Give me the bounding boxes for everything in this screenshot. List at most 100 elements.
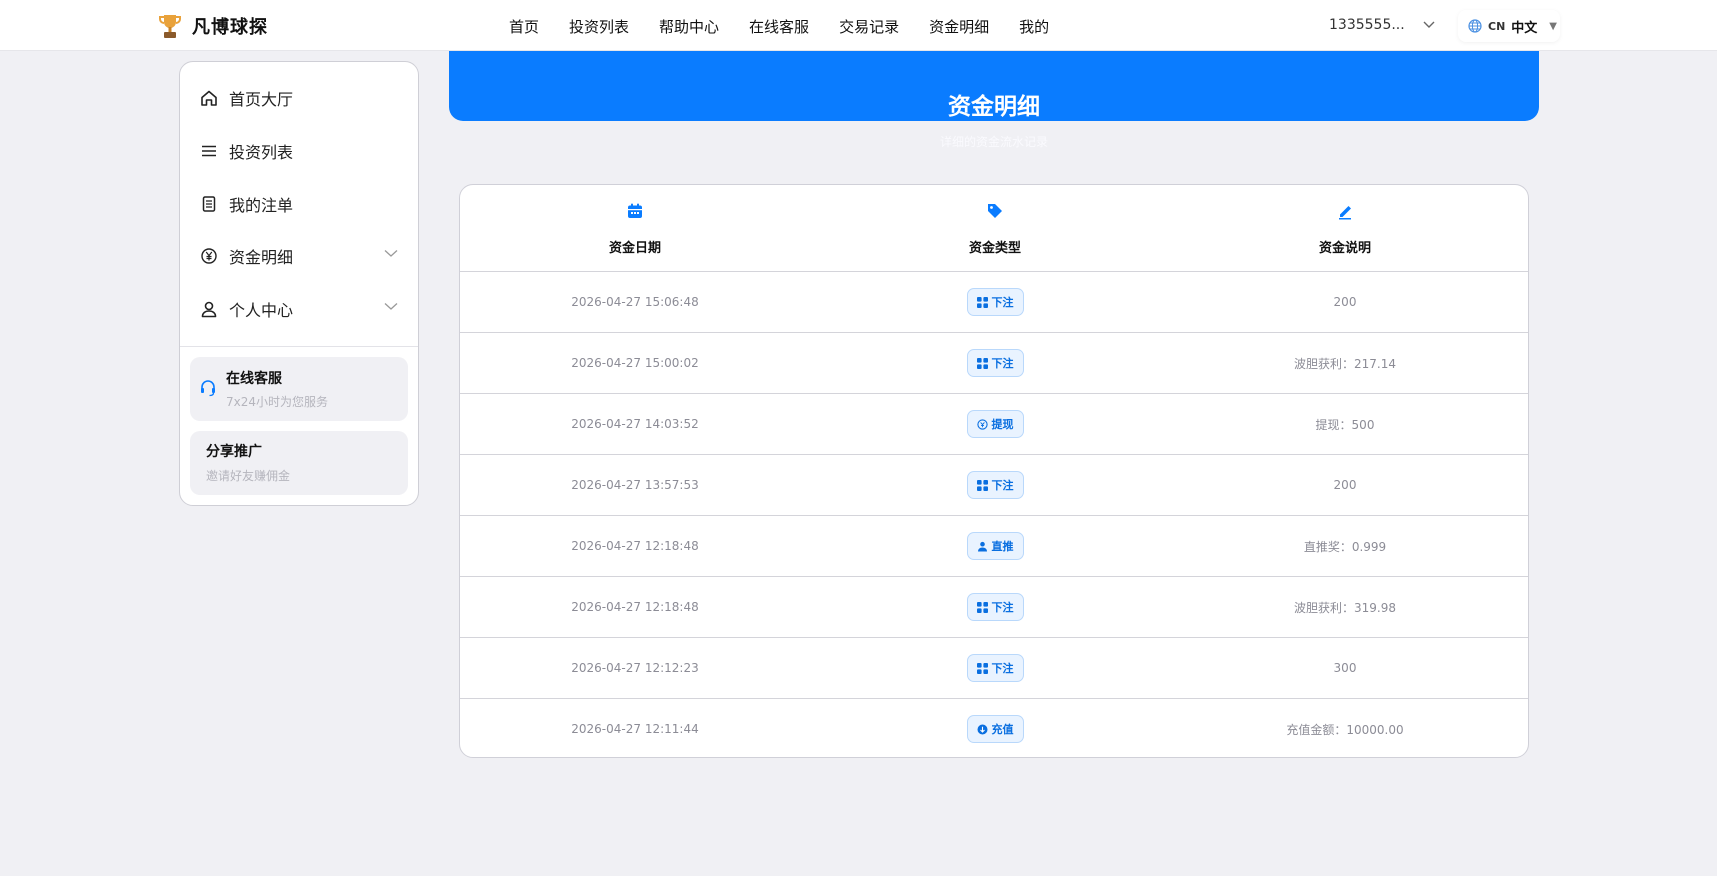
sidebar-item-home-hall[interactable]: 首页大厅 (180, 78, 418, 118)
online-service-card[interactable]: 在线客服 7x24小时为您服务 (190, 357, 408, 421)
grid-icon (976, 601, 988, 613)
share-promo-title: 分享推广 (206, 444, 262, 460)
fund-date-cell: 2026-04-27 14:03:52 (571, 417, 699, 431)
fund-description-cell: 充值金额：10000.00 (1286, 722, 1404, 737)
share-promo-card[interactable]: 分享推广 邀请好友赚佣金 (190, 431, 408, 495)
fund-type-badge[interactable]: 下注 (966, 471, 1024, 499)
column-header-date: 资金日期 (460, 185, 810, 271)
column-header-label: 资金日期 (608, 241, 661, 256)
fund-type-badge[interactable]: 下注 (966, 654, 1024, 682)
fund-type-label: 下注 (991, 662, 1014, 675)
sidebar-item-label: 个人中心 (229, 301, 294, 320)
menu-icon (199, 141, 219, 161)
column-header-label: 资金说明 (1318, 241, 1371, 256)
grid-icon (976, 296, 988, 308)
table-row: 2026-04-27 13:57:53 下注 200 (460, 454, 1528, 515)
yuan-icon (199, 246, 219, 266)
brand[interactable]: 凡博球探 (158, 13, 268, 39)
column-header-type: 资金类型 (820, 185, 1170, 271)
table-row: 2026-04-27 12:11:44 充值 充值金额：10000.00 (460, 698, 1528, 757)
fund-type-badge[interactable]: 下注 (966, 288, 1024, 316)
sidebar-item-personal-center[interactable]: 个人中心 (180, 289, 418, 329)
fund-type-label: 下注 (991, 601, 1014, 614)
fund-date-cell: 2026-04-27 12:18:48 (571, 539, 699, 553)
fund-type-badge[interactable]: 下注 (966, 349, 1024, 377)
user-account: 1335555... (1329, 17, 1405, 33)
fund-date-cell: 2026-04-27 12:11:44 (571, 722, 699, 736)
fund-type-cell: 下注 (820, 455, 1170, 515)
online-service-title: 在线客服 (226, 371, 282, 387)
nav-help-center[interactable]: 帮助中心 (659, 16, 719, 37)
fund-date-cell: 2026-04-27 15:00:02 (571, 356, 699, 370)
fund-type-cell: 下注 (820, 272, 1170, 332)
fund-type-label: 提现 (991, 418, 1014, 431)
sidebar-item-label: 我的注单 (229, 196, 294, 215)
nav-home[interactable]: 首页 (509, 16, 539, 37)
fund-date-cell: 2026-04-27 12:18:48 (571, 600, 699, 614)
fund-description-cell: 波胆获利：319.98 (1294, 600, 1396, 615)
user-icon (199, 299, 219, 319)
online-service-subtitle: 7x24小时为您服务 (226, 395, 329, 409)
table-row: 2026-04-27 15:00:02 下注 波胆获利：217.14 (460, 332, 1528, 393)
language-selector[interactable]: CN 中文 ▼ (1458, 10, 1560, 42)
document-icon (199, 194, 219, 214)
column-header-description: 资金说明 (1170, 185, 1520, 271)
fund-type-badge[interactable]: 充值 (966, 715, 1024, 743)
share-promo-subtitle: 邀请好友赚佣金 (206, 469, 291, 483)
nav-online-service[interactable]: 在线客服 (749, 16, 809, 37)
page-banner: 资金明细 (449, 51, 1539, 121)
sidebar-item-label: 资金明细 (229, 248, 294, 267)
column-header-label: 资金类型 (968, 241, 1021, 256)
globe-icon (1468, 19, 1482, 33)
fund-type-badge[interactable]: 提现 (966, 410, 1024, 438)
sidebar-item-label: 首页大厅 (229, 90, 294, 109)
headset-icon (201, 380, 215, 397)
fund-type-cell: 下注 (820, 333, 1170, 393)
table-row: 2026-04-27 12:18:48 直推 直推奖：0.999 (460, 515, 1528, 576)
sidebar-item-label: 投资列表 (229, 143, 294, 162)
calendar-icon (628, 203, 642, 218)
fund-description-cell: 200 (1333, 295, 1357, 309)
table-row: 2026-04-27 12:12:23 下注 300 (460, 637, 1528, 698)
fund-type-cell: 直推 (820, 516, 1170, 576)
sidebar-item-invest-list[interactable]: 投资列表 (180, 131, 418, 171)
table-row: 2026-04-27 15:06:48 下注 200 (460, 271, 1528, 332)
deposit-icon (977, 724, 988, 735)
fund-description-cell: 200 (1333, 478, 1357, 492)
sidebar-item-my-bets[interactable]: 我的注单 (180, 184, 418, 224)
page-subtitle: 详细的资金流水记录 (939, 135, 1048, 149)
nav-trade-records[interactable]: 交易记录 (839, 16, 899, 37)
brand-name: 凡博球探 (192, 17, 268, 38)
fund-type-badge[interactable]: 下注 (966, 593, 1024, 621)
fund-date-cell: 2026-04-27 12:12:23 (571, 661, 699, 675)
fund-date-cell: 2026-04-27 15:06:48 (571, 295, 699, 309)
language-label: 中文 (1511, 20, 1538, 36)
withdraw-icon (976, 418, 988, 430)
fund-type-cell: 充值 (820, 699, 1170, 757)
nav-invest-list[interactable]: 投资列表 (569, 16, 629, 37)
fund-type-badge[interactable]: 直推 (966, 532, 1024, 560)
chevron-down-icon (1423, 21, 1435, 28)
nav-fund-details[interactable]: 资金明细 (929, 16, 989, 37)
fund-date-cell: 2026-04-27 13:57:53 (571, 478, 699, 492)
fund-description-cell: 300 (1333, 661, 1357, 675)
pencil-icon (1339, 206, 1351, 220)
user-menu[interactable]: 1335555... (1329, 17, 1435, 33)
fund-description-cell: 波胆获利：217.14 (1294, 356, 1396, 371)
grid-icon (976, 357, 988, 369)
fund-description-cell: 提现：500 (1315, 417, 1375, 432)
language-code: CN (1488, 19, 1506, 33)
top-navbar: 凡博球探 首页 投资列表 帮助中心 在线客服 交易记录 资金明细 我的 1335… (0, 0, 1717, 51)
grid-icon (976, 662, 988, 674)
chevron-down-icon (384, 250, 398, 257)
nav-mine[interactable]: 我的 (1019, 16, 1049, 37)
fund-details-table: 资金日期 资金类型 资金说明 2026-04-27 15:06:48 下注 200 2… (459, 184, 1529, 758)
sidebar-divider (180, 346, 418, 347)
user-icon (977, 541, 988, 552)
sidebar-item-fund-details[interactable]: 资金明细 (180, 236, 418, 276)
home-icon (199, 88, 219, 108)
table-row: 2026-04-27 12:18:48 下注 波胆获利：319.98 (460, 576, 1528, 637)
fund-type-label: 下注 (991, 479, 1014, 492)
page-title: 资金明细 (948, 94, 1040, 120)
table-row: 2026-04-27 14:03:52 提现 提现：500 (460, 393, 1528, 454)
